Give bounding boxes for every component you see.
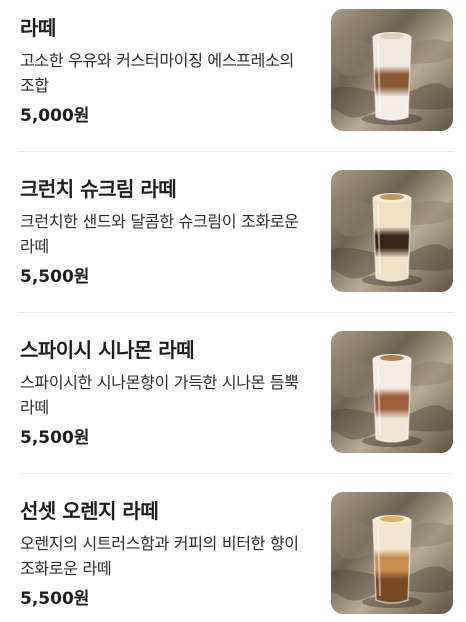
divider [18, 312, 454, 313]
menu-item-price: 5,000원 [20, 106, 90, 126]
menu-item-text: 라떼 고소한 우유와 커스터마이징 에스프레소의 조합 5,000원 [20, 14, 312, 128]
menu-item-name: 스파이시 시나몬 라떼 [20, 338, 195, 362]
divider [18, 473, 454, 474]
menu-item-text: 크런치 슈크림 라떼 크런치한 샌드와 달콤한 슈크림이 조화로운 라떼 5,5… [20, 175, 312, 289]
latte-photo[interactable] [331, 9, 453, 131]
sunset-orange-latte-photo[interactable] [331, 492, 453, 614]
menu-item-name: 선셋 오렌지 라떼 [20, 499, 159, 523]
menu-item-description: 오렌지의 시트러스함과 커피의 비터한 향이 조화로운 라떼 [20, 534, 299, 578]
menu-item-4[interactable]: 선셋 오렌지 라떼 오렌지의 시트러스함과 커피의 비터한 향이 조화로운 라떼… [0, 483, 466, 622]
crunch-cream-latte-photo[interactable] [331, 170, 453, 292]
menu-item-description: 고소한 우유와 커스터마이징 에스프레소의 조합 [20, 51, 294, 95]
menu-item-2[interactable]: 크런치 슈크림 라떼 크런치한 샌드와 달콤한 슈크림이 조화로운 라떼 5,5… [0, 161, 466, 322]
menu-item-text: 선셋 오렌지 라떼 오렌지의 시트러스함과 커피의 비터한 향이 조화로운 라떼… [20, 497, 312, 611]
menu-item-text: 스파이시 시나몬 라떼 스파이시한 시나몬향이 가득한 시나몬 듬뿍 라떼 5,… [20, 336, 312, 450]
menu-item-price: 5,500원 [20, 589, 90, 609]
menu-item-name: 라떼 [20, 16, 56, 40]
menu-item-price: 5,500원 [20, 428, 90, 448]
menu-item-description: 스파이시한 시나몬향이 가득한 시나몬 듬뿍 라떼 [20, 373, 299, 417]
menu-item-price: 5,500원 [20, 267, 90, 287]
menu-item-3[interactable]: 스파이시 시나몬 라떼 스파이시한 시나몬향이 가득한 시나몬 듬뿍 라떼 5,… [0, 322, 466, 483]
spicy-cinnamon-latte-photo[interactable] [331, 331, 453, 453]
menu-item-name: 크런치 슈크림 라떼 [20, 177, 177, 201]
menu-item-description: 크런치한 샌드와 달콤한 슈크림이 조화로운 라떼 [20, 212, 299, 256]
menu-item-1[interactable]: 라떼 고소한 우유와 커스터마이징 에스프레소의 조합 5,000원 [0, 0, 466, 161]
menu-list: 라떼 고소한 우유와 커스터마이징 에스프레소의 조합 5,000원 크런치 슈… [0, 0, 466, 622]
divider [18, 151, 454, 152]
